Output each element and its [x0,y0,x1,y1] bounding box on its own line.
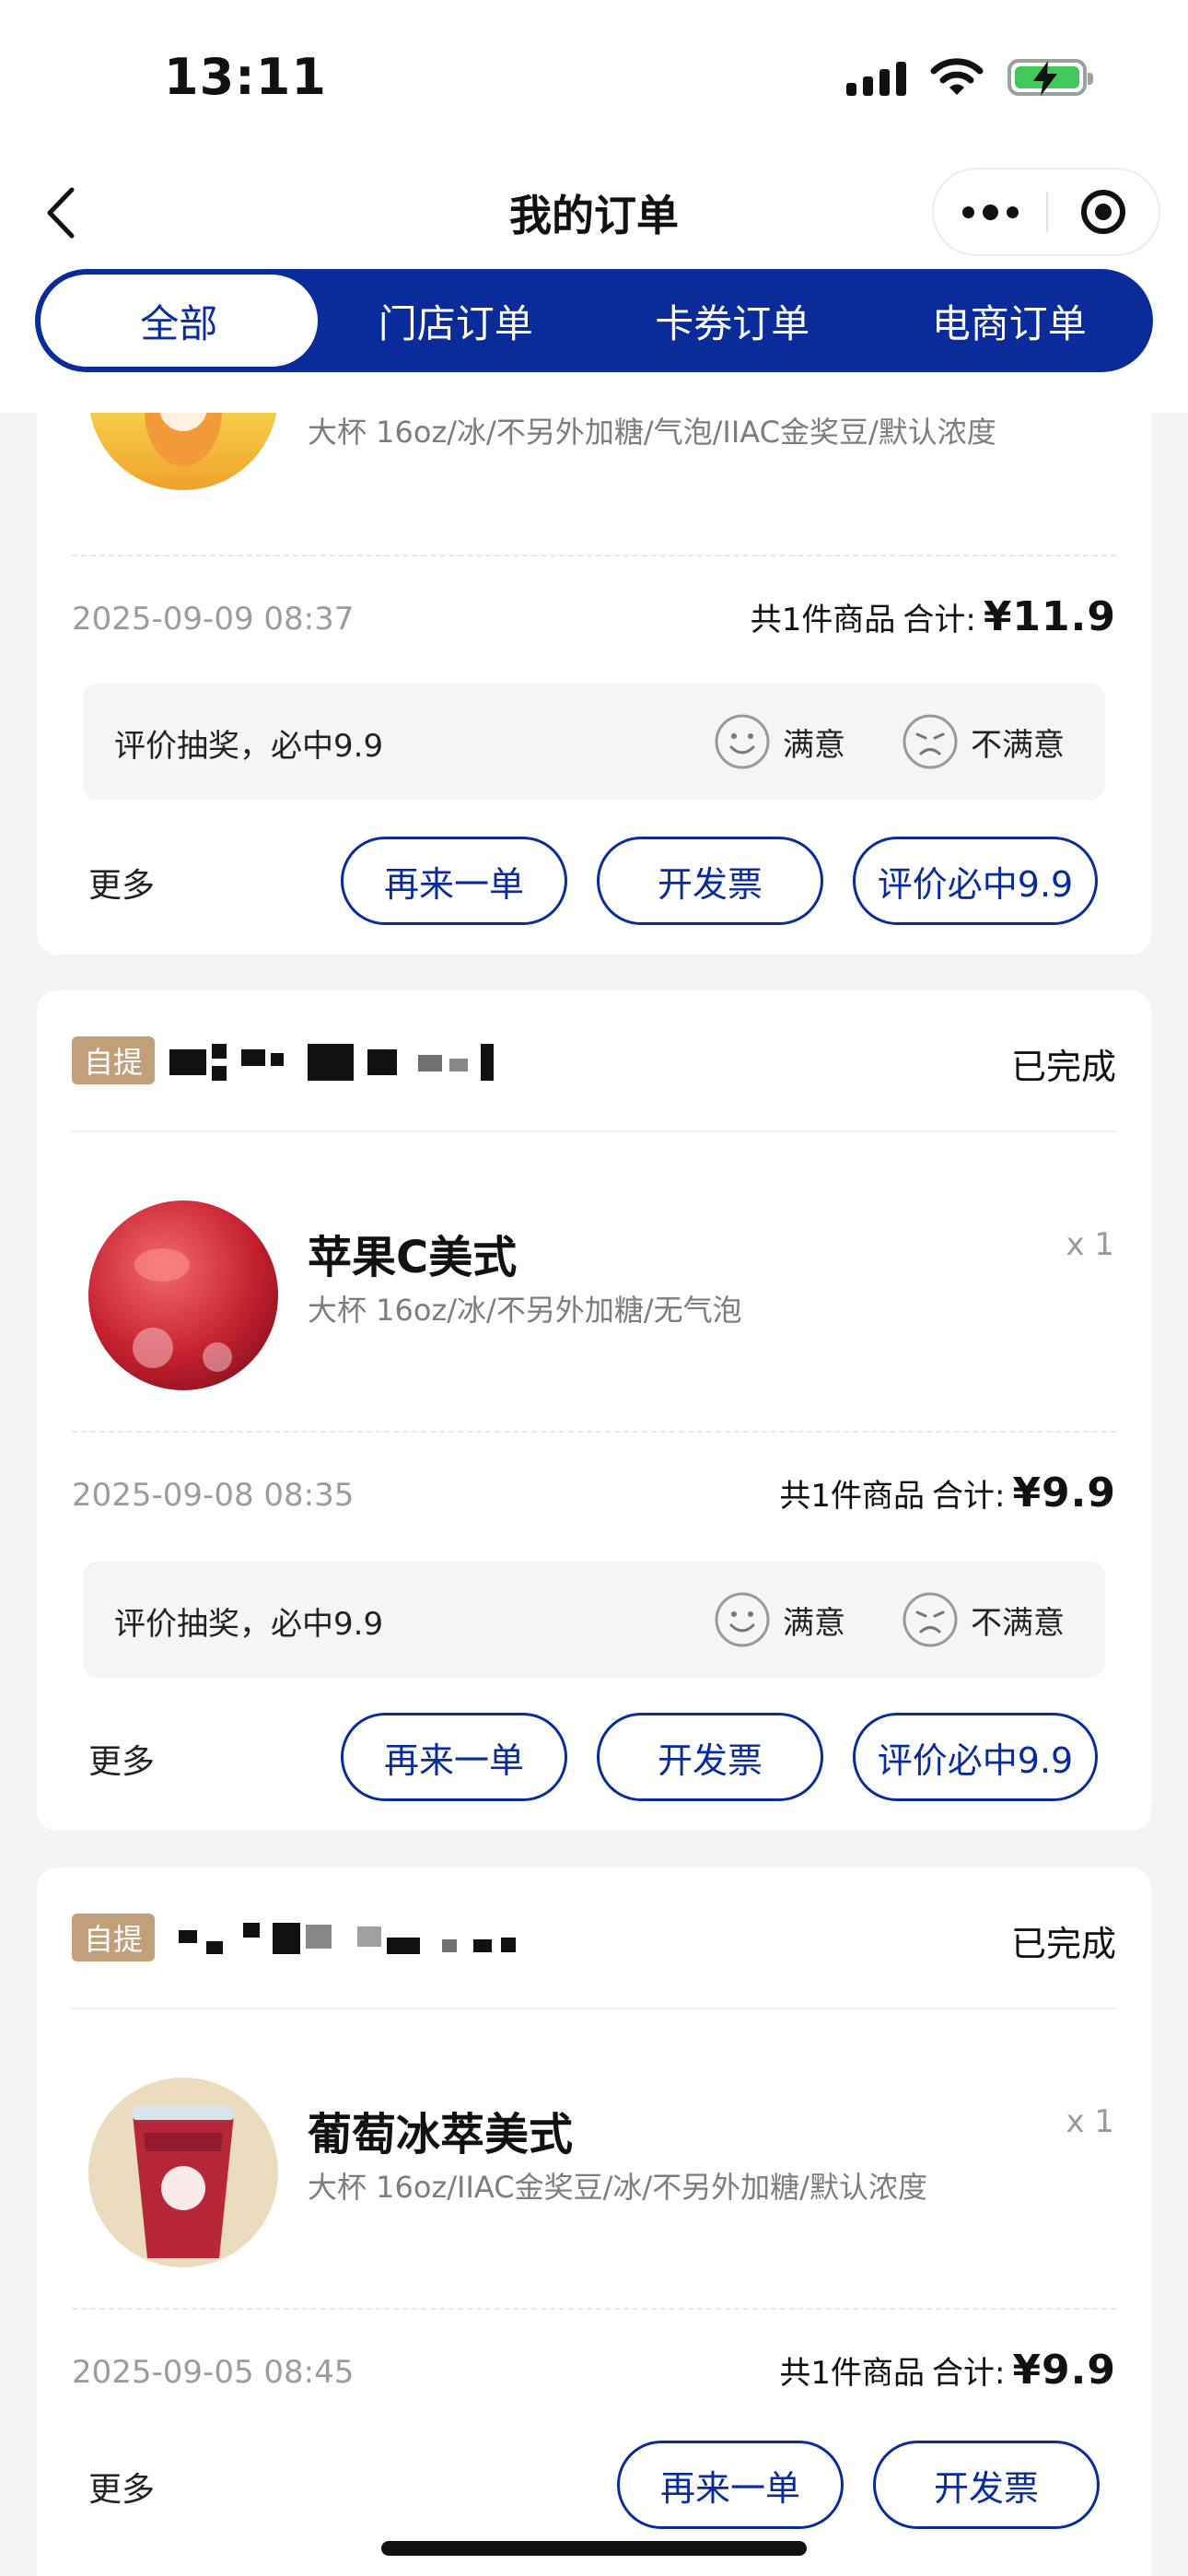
header: 13:11 我的订单 全部 门店订单 卡券订单 电商订单 [0,0,1188,413]
satisfied-label: 满意 [783,1604,845,1642]
smile-face-icon [715,1592,770,1647]
order-date: 2025-09-08 08:35 [72,1477,355,1514]
order-card: 自提 已完成 葡萄冰萃美式 大杯 16oz/IIAC金奖豆/冰/不另外加糖/默认… [37,1868,1151,2576]
more-dots-icon[interactable] [934,170,1046,254]
product-spec: 大杯 16oz/IIAC金奖豆/冰/不另外加糖/默认浓度 [308,2170,927,2205]
review-button[interactable]: 评价必中9.9 [853,1713,1098,1801]
total-price: ¥9.9 [1012,2347,1116,2394]
order-total: 共1件商品 合计: ¥9.9 [779,2347,1116,2394]
redaction-mask [169,1917,759,1961]
total-price: ¥9.9 [1012,1469,1116,1516]
product-image [88,1200,278,1390]
order-date: 2025-09-09 08:37 [72,601,355,638]
total-price: ¥11.9 [983,593,1116,640]
divider [72,2008,1116,2009]
order-card: 大杯 16oz/冰/不另外加糖/气泡/IIAC金奖豆/默认浓度 2025-09-… [37,350,1151,954]
order-status: 已完成 [1010,1924,1116,1964]
tab-voucher-orders[interactable]: 卡券订单 [594,275,871,367]
order-tabs: 全部 门店订单 卡券订单 电商订单 [35,269,1153,372]
satisfied-option[interactable]: 满意 [713,711,845,772]
status-icons [846,55,1093,100]
order-total: 共1件商品 合计: ¥9.9 [779,1469,1116,1516]
cellular-signal-icon [846,59,906,96]
product-image [88,2078,278,2267]
close-miniapp-icon[interactable] [1048,170,1159,254]
card-header: 自提 已完成 [72,1033,1116,1088]
unsatisfied-option[interactable]: 不满意 [901,711,1065,772]
item-count: 共1件商品 [779,1478,925,1515]
sad-face-icon [903,1592,958,1647]
wifi-icon [930,58,984,95]
reorder-button[interactable]: 再来一单 [341,1713,567,1801]
product-spec: 大杯 16oz/冰/不另外加糖/无气泡 [308,1293,742,1328]
smile-face-icon [715,714,770,769]
divider [72,555,1116,556]
tab-ecommerce-orders[interactable]: 电商订单 [871,275,1148,367]
product-spec: 大杯 16oz/冰/不另外加糖/气泡/IIAC金奖豆/默认浓度 [308,415,996,450]
item-count: 共1件商品 [779,2355,925,2392]
reorder-button[interactable]: 再来一单 [617,2441,844,2529]
divider [72,2308,1116,2310]
rating-box: 评价抽奖，必中9.9 满意 不满意 [83,684,1105,800]
pickup-tag: 自提 [72,1036,155,1084]
more-link[interactable]: 更多 [88,2463,155,2511]
rating-prompt: 评价抽奖，必中9.9 [114,728,384,765]
tab-all[interactable]: 全部 [41,275,318,367]
invoice-button[interactable]: 开发票 [873,2441,1100,2529]
home-indicator[interactable] [381,2541,807,2556]
product-quantity: x 1 [1066,2103,1114,2140]
review-button[interactable]: 评价必中9.9 [853,837,1098,925]
invoice-button[interactable]: 开发票 [597,1713,823,1801]
more-link[interactable]: 更多 [88,859,155,907]
order-total: 共1件商品 合计: ¥11.9 [751,593,1116,640]
reorder-button[interactable]: 再来一单 [341,837,567,925]
order-card: 自提 已完成 苹果C美式 大杯 16oz/冰/不另外加糖/无气泡 x 1 202… [37,990,1151,1831]
rating-box: 评价抽奖，必中9.9 满意 不满意 [83,1562,1105,1678]
sad-face-icon [903,714,958,769]
card-header: 自提 已完成 [72,1910,1116,1965]
invoice-button[interactable]: 开发票 [597,837,823,925]
total-label: 合计: [903,602,976,638]
divider [72,1130,1116,1132]
unsatisfied-label: 不满意 [971,1604,1065,1642]
unsatisfied-option[interactable]: 不满意 [901,1589,1065,1650]
satisfied-option[interactable]: 满意 [713,1589,845,1650]
store-name-redacted [169,1917,759,1961]
battery-icon [1007,59,1093,96]
pickup-tag: 自提 [72,1914,155,1961]
total-label: 合计: [931,2355,1006,2392]
satisfied-label: 满意 [783,726,845,764]
miniapp-capsule [932,168,1160,256]
rating-prompt: 评价抽奖，必中9.9 [114,1606,384,1643]
product-quantity: x 1 [1066,1226,1114,1263]
redaction-mask [169,1040,759,1084]
product-name: 苹果C美式 [308,1232,518,1283]
total-label: 合计: [931,1478,1006,1515]
tab-store-orders[interactable]: 门店订单 [318,275,595,367]
divider [72,1431,1116,1433]
store-name-redacted [169,1040,759,1084]
item-count: 共1件商品 [750,602,896,638]
more-link[interactable]: 更多 [88,1735,155,1783]
product-name: 葡萄冰萃美式 [308,2109,574,2160]
order-status: 已完成 [1010,1047,1116,1087]
unsatisfied-label: 不满意 [971,726,1065,764]
status-time: 13:11 [164,48,327,106]
order-date: 2025-09-05 08:45 [72,2354,355,2391]
